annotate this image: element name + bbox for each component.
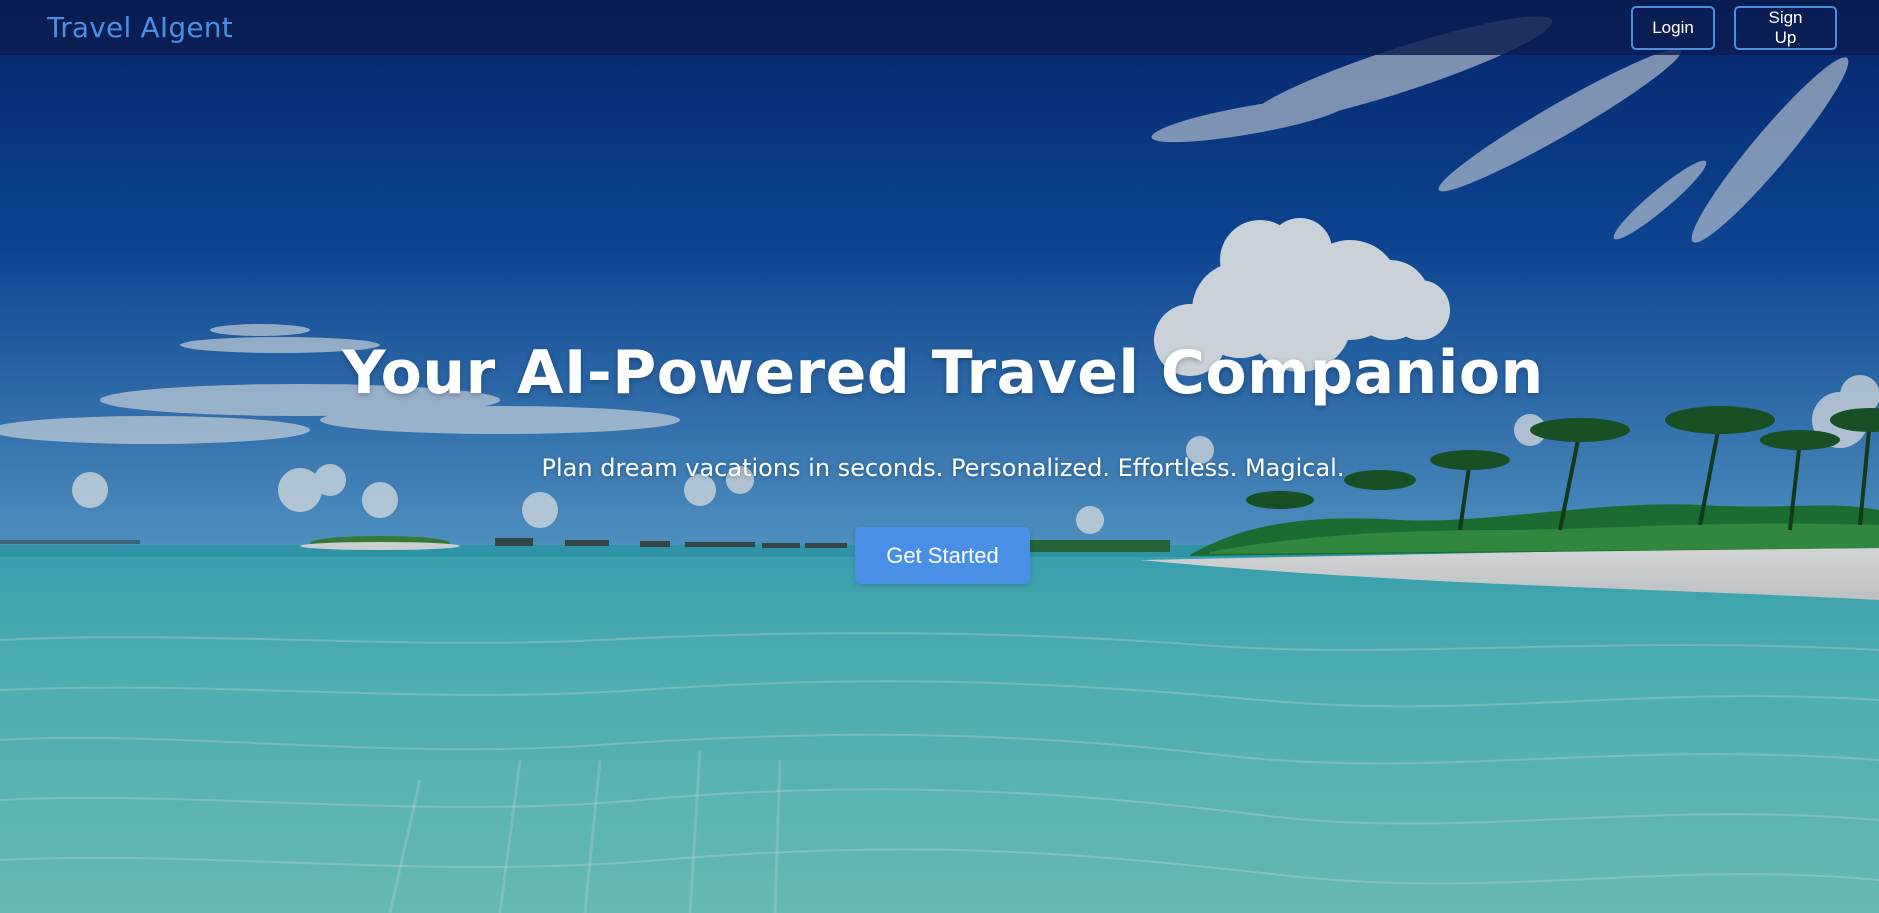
top-navbar: Travel AIgent Login Sign Up — [0, 0, 1879, 55]
hero-subtitle: Plan dream vacations in seconds. Persona… — [541, 454, 1345, 482]
hero-title: Your AI-Powered Travel Companion — [342, 338, 1544, 408]
get-started-button[interactable]: Get Started — [855, 527, 1030, 584]
landing-page: Travel AIgent Login Sign Up Your AI-Powe… — [0, 0, 1879, 913]
brand-logo[interactable]: Travel AIgent — [47, 11, 233, 44]
signup-button[interactable]: Sign Up — [1734, 5, 1837, 50]
auth-actions: Login Sign Up — [1631, 5, 1837, 50]
login-button[interactable]: Login — [1631, 5, 1715, 50]
